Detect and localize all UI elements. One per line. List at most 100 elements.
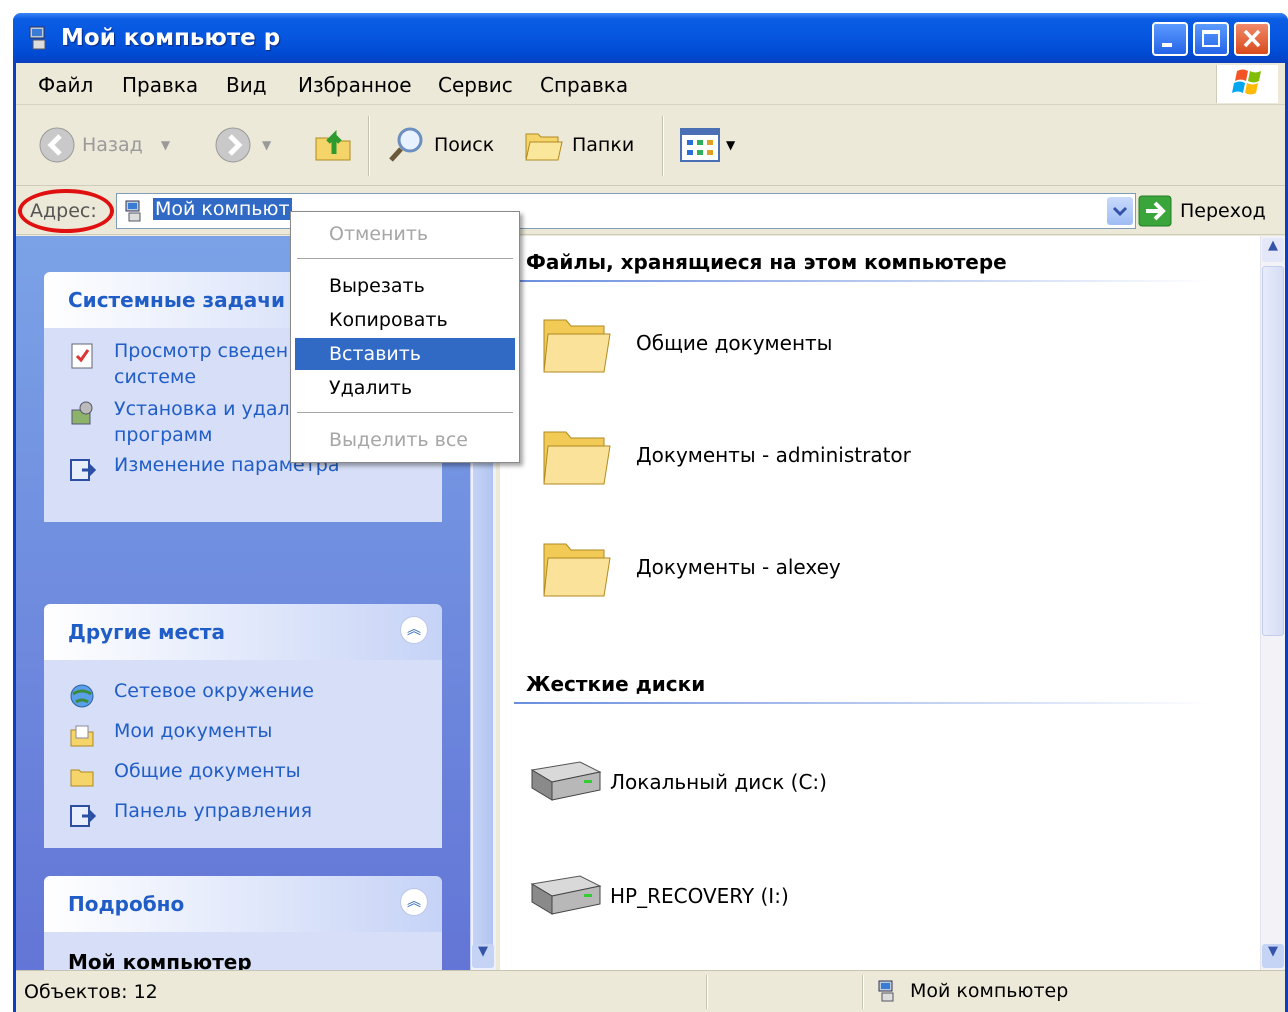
close-button[interactable] xyxy=(1234,22,1270,56)
my-computer-icon xyxy=(29,26,46,50)
control-panel-icon xyxy=(70,459,96,481)
status-location: Мой компьютер xyxy=(876,979,1068,1003)
menu-favorites[interactable]: Избранное xyxy=(298,73,412,97)
toolbar-separator xyxy=(662,116,664,176)
menu-separator xyxy=(297,412,513,414)
status-separator xyxy=(706,975,708,1009)
drive-label: HP_RECOVERY (I:) xyxy=(610,884,789,908)
menu-tools[interactable]: Сервис xyxy=(438,73,513,97)
maximize-icon xyxy=(1202,30,1220,47)
views-button[interactable]: ▼ xyxy=(680,128,735,162)
folders-button[interactable]: Папки xyxy=(522,124,634,166)
chevron-down-icon xyxy=(1112,206,1128,217)
forward-button[interactable]: ▼ xyxy=(214,126,271,164)
other-places-title: Другие места xyxy=(68,620,226,644)
right-scroll-thumb[interactable] xyxy=(1262,266,1284,636)
status-objects: Объектов: 12 xyxy=(24,981,158,1003)
scroll-down-icon[interactable]: ▼ xyxy=(472,944,494,968)
place-control-panel[interactable]: Панель управления xyxy=(44,798,442,836)
drive-item[interactable]: HP_RECOVERY (I:) xyxy=(526,870,789,922)
maximize-button[interactable] xyxy=(1193,22,1229,56)
section-divider xyxy=(514,280,1214,282)
status-separator xyxy=(862,975,864,1009)
views-dropdown-icon[interactable]: ▼ xyxy=(726,138,735,152)
search-button[interactable]: Поиск xyxy=(386,124,494,166)
network-icon xyxy=(70,684,94,708)
other-places-header[interactable]: Другие места ︽ xyxy=(44,604,442,660)
folder-item[interactable]: Документы - alexey xyxy=(540,530,841,604)
menu-help[interactable]: Справка xyxy=(540,73,628,97)
folder-icon xyxy=(543,431,611,485)
drive-item[interactable]: Локальный диск (C:) xyxy=(526,756,827,808)
menu-bar: Файл Правка Вид Избранное Сервис Справка xyxy=(16,63,1285,105)
menu-item-delete[interactable]: Удалить xyxy=(295,372,515,404)
place-my-documents[interactable]: Мои документы xyxy=(44,718,442,756)
up-folder-button[interactable] xyxy=(312,122,356,166)
system-info-icon xyxy=(71,343,93,369)
place-label: Панель управления xyxy=(114,800,313,822)
my-computer-icon xyxy=(878,980,894,1002)
folders-icon xyxy=(525,133,563,161)
title-bar[interactable]: Мой компьюте р xyxy=(13,13,1288,63)
content-pane: Файлы, хранящиеся на этом компьютере Общ… xyxy=(500,236,1260,970)
folder-icon xyxy=(543,319,611,373)
address-input[interactable]: Мой компьют xyxy=(116,193,1136,229)
toolbar: Назад ▼ ▼ Поиск Папки ▼ xyxy=(16,106,1285,186)
my-computer-icon xyxy=(125,200,141,222)
scroll-down-icon[interactable]: ▼ xyxy=(1262,944,1284,968)
context-menu: Отменить Вырезать Копировать Вставить Уд… xyxy=(290,211,520,463)
menu-view[interactable]: Вид xyxy=(226,73,267,97)
folder-item[interactable]: Общие документы xyxy=(540,306,832,380)
place-shared-documents[interactable]: Общие документы xyxy=(44,758,442,796)
system-tasks-title: Системные задачи xyxy=(68,288,285,312)
menu-item-cut[interactable]: Вырезать xyxy=(295,270,515,302)
folder-icon xyxy=(70,769,94,787)
search-icon xyxy=(389,127,423,162)
minimize-icon xyxy=(1162,43,1172,47)
minimize-button[interactable] xyxy=(1152,22,1188,56)
control-panel-icon xyxy=(70,805,96,827)
toolbar-separator xyxy=(368,116,370,176)
place-network[interactable]: Сетевое окружение xyxy=(44,678,442,716)
menu-item-copy[interactable]: Копировать xyxy=(295,304,515,336)
annotation-circle xyxy=(18,189,114,233)
collapse-icon[interactable]: ︽ xyxy=(400,888,428,916)
address-dropdown-button[interactable] xyxy=(1107,197,1133,225)
folders-label: Папки xyxy=(572,134,635,156)
add-remove-programs-icon xyxy=(71,401,93,425)
search-label: Поиск xyxy=(434,134,495,156)
scroll-up-icon[interactable]: ▲ xyxy=(1262,238,1284,262)
up-folder-icon xyxy=(315,129,351,161)
status-location-label: Мой компьютер xyxy=(910,980,1069,1002)
folder-icon xyxy=(543,543,611,597)
files-section-title: Файлы, хранящиеся на этом компьютере xyxy=(526,250,1007,274)
back-button[interactable]: Назад ▼ xyxy=(38,126,170,164)
menu-edit[interactable]: Правка xyxy=(122,73,198,97)
menu-file[interactable]: Файл xyxy=(38,73,93,97)
menu-item-paste[interactable]: Вставить xyxy=(295,338,515,370)
hard-drive-icon xyxy=(530,761,602,801)
menu-item-select-all[interactable]: Выделить все xyxy=(295,424,515,456)
close-icon xyxy=(1243,29,1261,48)
forward-dropdown-icon[interactable]: ▼ xyxy=(262,138,271,152)
menu-item-undo[interactable]: Отменить xyxy=(295,218,515,250)
go-button[interactable]: Переход xyxy=(1138,195,1266,227)
window-client: Файл Правка Вид Избранное Сервис Справка xyxy=(16,63,1285,1012)
folder-label: Документы - alexey xyxy=(636,555,841,579)
go-arrow-icon xyxy=(1138,195,1172,227)
back-dropdown-icon[interactable]: ▼ xyxy=(161,138,170,152)
collapse-icon[interactable]: ︽ xyxy=(400,616,428,644)
details-header[interactable]: Подробно ︽ xyxy=(44,876,442,932)
folder-item[interactable]: Документы - administrator xyxy=(540,418,911,492)
right-scrollbar[interactable]: ▲ ▼ xyxy=(1260,236,1285,970)
back-label: Назад xyxy=(82,134,143,156)
folder-label: Документы - administrator xyxy=(636,443,911,467)
back-arrow-icon xyxy=(39,127,75,163)
status-bar: Объектов: 12 Мой компьютер xyxy=(16,970,1285,1012)
other-places-panel: Другие места ︽ Сетевое окружение Мои док… xyxy=(44,604,442,848)
place-label: Общие документы xyxy=(114,760,301,782)
section-divider xyxy=(514,702,1214,704)
windows-logo-icon xyxy=(1216,65,1278,103)
hard-drive-icon xyxy=(530,875,602,915)
address-value: Мой компьют xyxy=(153,198,292,220)
